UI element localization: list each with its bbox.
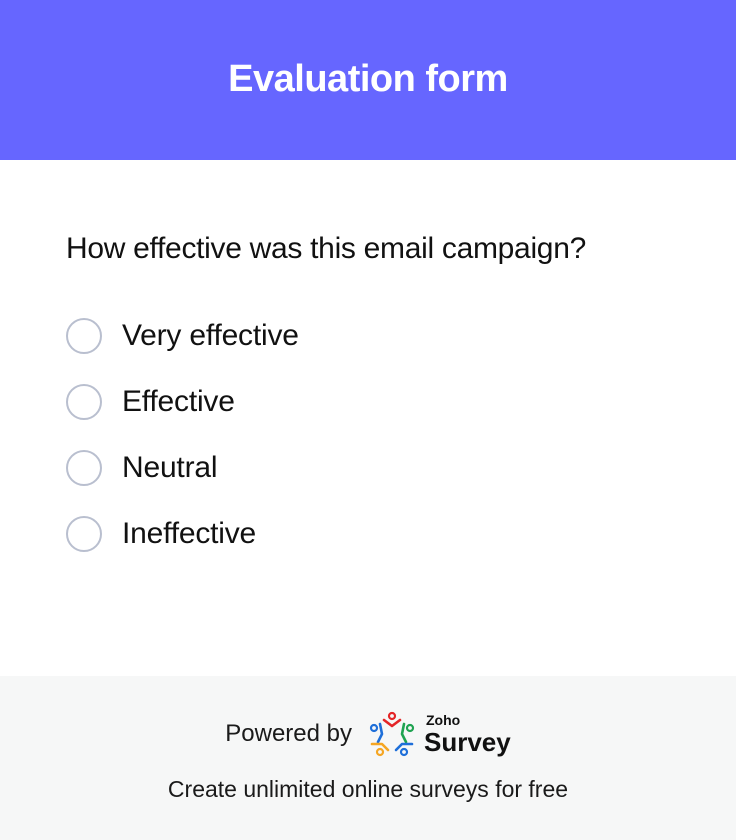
- powered-by-row[interactable]: Powered by Zoho Survey: [0, 706, 736, 762]
- option-label: Ineffective: [122, 517, 257, 550]
- zoho-survey-logo-icon: [369, 711, 415, 757]
- option-label: Neutral: [122, 451, 218, 484]
- footer-tagline[interactable]: Create unlimited online surveys for free: [0, 776, 736, 803]
- form-header: Evaluation form: [0, 0, 736, 160]
- option-ineffective[interactable]: Ineffective: [66, 514, 299, 554]
- answer-options: Very effective Effective Neutral Ineffec…: [66, 316, 299, 580]
- form-body: How effective was this email campaign? V…: [0, 160, 736, 676]
- radio-button[interactable]: [66, 384, 102, 420]
- option-label: Effective: [122, 385, 235, 418]
- radio-button[interactable]: [66, 450, 102, 486]
- form-title: Evaluation form: [228, 57, 508, 100]
- powered-by-text: Powered by: [225, 720, 352, 747]
- option-neutral[interactable]: Neutral: [66, 448, 299, 488]
- logo-survey-text: Survey: [424, 727, 511, 757]
- radio-button[interactable]: [66, 318, 102, 354]
- footer: Powered by Zoho Survey Create unlimited …: [0, 676, 736, 840]
- logo-wordmark: Zoho Survey: [424, 713, 511, 755]
- option-effective[interactable]: Effective: [66, 382, 299, 422]
- radio-button[interactable]: [66, 516, 102, 552]
- option-label: Very effective: [122, 319, 299, 352]
- question-text: How effective was this email campaign?: [66, 232, 586, 265]
- option-very-effective[interactable]: Very effective: [66, 316, 299, 356]
- logo-zoho-text: Zoho: [426, 712, 461, 728]
